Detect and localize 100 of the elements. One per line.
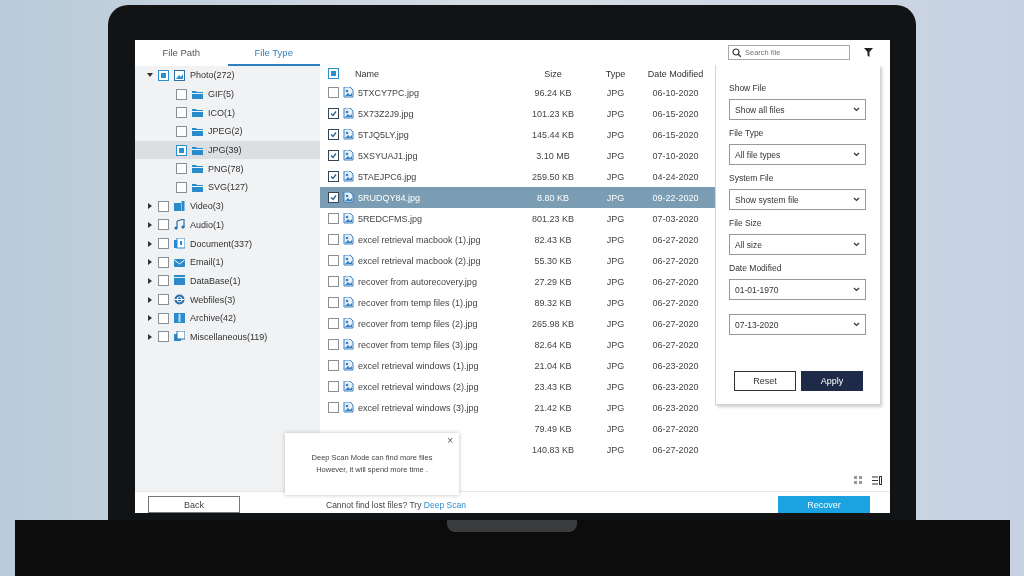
- file-size: 101.23 KB: [530, 108, 575, 119]
- tree-item[interactable]: Video(3): [135, 196, 320, 216]
- tree-item[interactable]: ICO(1): [135, 103, 320, 123]
- tree-item[interactable]: Photo(272): [135, 66, 320, 85]
- checkbox[interactable]: [328, 213, 339, 224]
- checkbox[interactable]: [328, 192, 339, 203]
- tab[interactable]: File Type: [227, 40, 320, 66]
- checkbox[interactable]: [328, 129, 339, 140]
- checkbox[interactable]: [158, 294, 169, 306]
- tree-item[interactable]: GIF(5): [135, 84, 320, 104]
- reset-button[interactable]: Reset: [734, 371, 796, 391]
- checkbox[interactable]: [158, 312, 169, 324]
- date-modified: 06-27-2020: [651, 339, 700, 350]
- caret-right-icon[interactable]: [148, 259, 152, 266]
- checkbox[interactable]: [158, 275, 169, 287]
- file-row[interactable]: excel retrieval windows (3).jpg 21.42 KB JPG 06-23-2020: [320, 397, 715, 418]
- caret-down-icon[interactable]: [147, 73, 153, 78]
- dropdown[interactable]: 07-13-2020: [729, 314, 866, 335]
- caret-right-icon[interactable]: [148, 333, 152, 340]
- tab[interactable]: File Path: [135, 40, 228, 66]
- checkbox[interactable]: [176, 88, 187, 100]
- checkbox[interactable]: [176, 107, 187, 119]
- column-header[interactable]: Name: [355, 68, 379, 79]
- folder-icon: [192, 125, 203, 137]
- checkbox[interactable]: [328, 381, 339, 392]
- checkbox[interactable]: [176, 181, 187, 193]
- caret-right-icon[interactable]: [148, 203, 152, 210]
- file-name: 5REDCFMS.jpg: [358, 213, 422, 224]
- chevron-down-icon: [853, 287, 860, 292]
- tree-item[interactable]: Archive(42): [135, 308, 320, 328]
- checkbox[interactable]: [328, 234, 339, 245]
- file-row[interactable]: excel retrieval windows (1).jpg 21.04 KB JPG 06-23-2020: [320, 355, 715, 376]
- checkbox[interactable]: [328, 108, 339, 119]
- checkbox[interactable]: [328, 171, 339, 182]
- tree-item[interactable]: Audio(1): [135, 215, 320, 235]
- tree-item[interactable]: Webfiles(3): [135, 290, 320, 309]
- tree-item[interactable]: Document(337): [135, 234, 320, 253]
- checkbox[interactable]: [328, 150, 339, 161]
- checkbox[interactable]: [328, 360, 339, 371]
- file-name: 5X73Z2J9.jpg: [358, 108, 414, 119]
- file-row[interactable]: recover from temp files (3).jpg 82.64 KB JPG 06-27-2020: [320, 334, 715, 355]
- checkbox[interactable]: [328, 318, 339, 329]
- checkbox[interactable]: [158, 256, 169, 268]
- file-row[interactable]: recover from autorecovery.jpg 27.29 KB JPG 06-27-2020: [320, 271, 715, 292]
- file-type: JPG: [605, 192, 626, 203]
- checkbox[interactable]: [158, 69, 169, 81]
- caret-right-icon[interactable]: [148, 277, 152, 284]
- tree-item[interactable]: Miscellaneous(119): [135, 327, 320, 347]
- column-header[interactable]: Type: [588, 68, 643, 79]
- tree-label: DataBase(1): [190, 275, 241, 286]
- file-row[interactable]: 5REDCFMS.jpg 801.23 KB JPG 07-03-2020: [320, 208, 715, 229]
- dropdown[interactable]: All file types: [729, 144, 866, 165]
- checkbox[interactable]: [176, 144, 187, 156]
- file-row[interactable]: 5XSYUAJ1.jpg 3.10 MB JPG 07-10-2020: [320, 145, 715, 166]
- file-row[interactable]: 5TXCY7PC.jpg 96.24 KB JPG 06-10-2020: [320, 82, 715, 103]
- checkbox[interactable]: [158, 331, 169, 343]
- chevron-down-icon: [853, 152, 860, 157]
- file-row[interactable]: excel retrieval windows (2).jpg 23.43 KB JPG 06-23-2020: [320, 376, 715, 397]
- caret-right-icon[interactable]: [148, 296, 152, 303]
- tree-item[interactable]: SVG(127): [135, 178, 320, 197]
- file-size: 89.32 KB: [533, 297, 573, 308]
- file-row[interactable]: 5TAEJPC6.jpg 259.50 KB JPG 04-24-2020: [320, 166, 715, 187]
- tree-item[interactable]: JPG(39): [135, 140, 320, 160]
- dropdown[interactable]: Show all files: [729, 99, 866, 120]
- tree-item[interactable]: DataBase(1): [135, 271, 320, 291]
- file-row[interactable]: 5TJQ5LY.jpg 145.44 KB JPG 06-15-2020: [320, 124, 715, 145]
- back-button[interactable]: Back: [148, 496, 240, 513]
- caret-right-icon[interactable]: [148, 221, 152, 228]
- caret-right-icon[interactable]: [148, 240, 152, 247]
- deep-scan-link[interactable]: Deep Scan: [423, 500, 466, 510]
- file-row[interactable]: recover from temp files (2).jpg 265.98 KB JPG 06-27-2020: [320, 313, 715, 334]
- checkbox[interactable]: [328, 255, 339, 266]
- dropdown[interactable]: All size: [729, 234, 866, 255]
- checkbox[interactable]: [328, 339, 339, 350]
- checkbox[interactable]: [158, 200, 169, 212]
- checkbox[interactable]: [176, 163, 187, 175]
- apply-button[interactable]: Apply: [801, 371, 863, 391]
- file-row[interactable]: 5X73Z2J9.jpg 101.23 KB JPG 06-15-2020: [320, 103, 715, 124]
- file-row[interactable]: recover from temp files (1).jpg 89.32 KB JPG 06-27-2020: [320, 292, 715, 313]
- checkbox[interactable]: [328, 276, 339, 287]
- file-row[interactable]: excel retrieval macbook (1).jpg 82.43 KB JPG 06-27-2020: [320, 229, 715, 250]
- checkbox[interactable]: [328, 402, 339, 413]
- checkbox[interactable]: [158, 238, 169, 250]
- dropdown[interactable]: 01-01-1970: [729, 279, 866, 300]
- column-header[interactable]: Date Modified: [643, 68, 708, 79]
- checkbox[interactable]: [158, 219, 169, 231]
- tree-item[interactable]: JPEG(2): [135, 122, 320, 141]
- tree-item[interactable]: PNG(78): [135, 159, 320, 179]
- tree-item[interactable]: Email(1): [135, 252, 320, 272]
- caret-right-icon[interactable]: [148, 315, 152, 322]
- column-header[interactable]: Size: [518, 68, 588, 79]
- image-file-icon: [343, 360, 354, 371]
- checkbox[interactable]: [328, 87, 339, 98]
- deep-scan-prompt: Cannot find lost files? Try: [326, 500, 422, 510]
- dropdown[interactable]: Show system file: [729, 189, 866, 210]
- file-row[interactable]: excel retrieval macbook (2).jpg 55.30 KB JPG 06-27-2020: [320, 250, 715, 271]
- filter-icon[interactable]: [864, 48, 873, 57]
- checkbox[interactable]: [328, 68, 339, 79]
- checkbox[interactable]: [176, 125, 187, 137]
- checkbox[interactable]: [328, 297, 339, 308]
